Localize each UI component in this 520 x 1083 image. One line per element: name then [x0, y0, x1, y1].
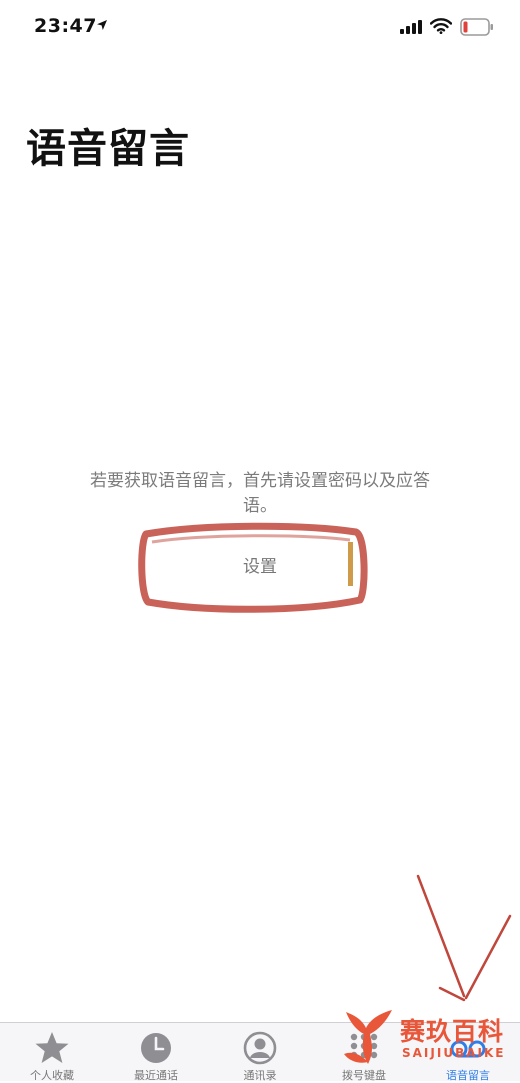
watermark-text: 赛玖百科 — [400, 1017, 505, 1046]
annotation-arrow-icon — [416, 874, 512, 1002]
tab-label: 语音留言 — [446, 1069, 490, 1082]
whale-tail-logo-icon — [344, 1010, 392, 1064]
status-time: 23:47 — [34, 15, 97, 37]
tab-contacts[interactable]: 通讯录 — [208, 1023, 312, 1082]
empty-state-message: 若要获取语音留言，首先请设置密码以及应答语。 — [90, 471, 430, 516]
tab-label: 通讯录 — [243, 1069, 277, 1082]
clock-icon — [141, 1033, 171, 1063]
page-title: 语音留言 — [26, 126, 190, 172]
cellular-signal-icon — [400, 20, 422, 34]
tab-label: 最近通话 — [134, 1069, 178, 1082]
annotation-highlight-icon — [138, 522, 368, 613]
watermark-subtext: SAIJIUBAIKE — [402, 1046, 506, 1060]
tab-recents[interactable]: 最近通话 — [104, 1023, 208, 1082]
location-arrow-icon — [97, 20, 107, 30]
tab-label: 个人收藏 — [30, 1069, 74, 1082]
tab-label: 拨号键盘 — [342, 1069, 386, 1082]
status-bar: 23:47 — [0, 0, 520, 60]
tab-favorites[interactable]: 个人收藏 — [0, 1023, 104, 1082]
watermark: 赛玖百科 SAIJIUBAIKE — [340, 1004, 510, 1068]
battery-low-icon — [460, 18, 493, 36]
star-icon — [35, 1032, 69, 1063]
contacts-icon — [243, 1031, 277, 1065]
wifi-icon — [430, 18, 452, 34]
